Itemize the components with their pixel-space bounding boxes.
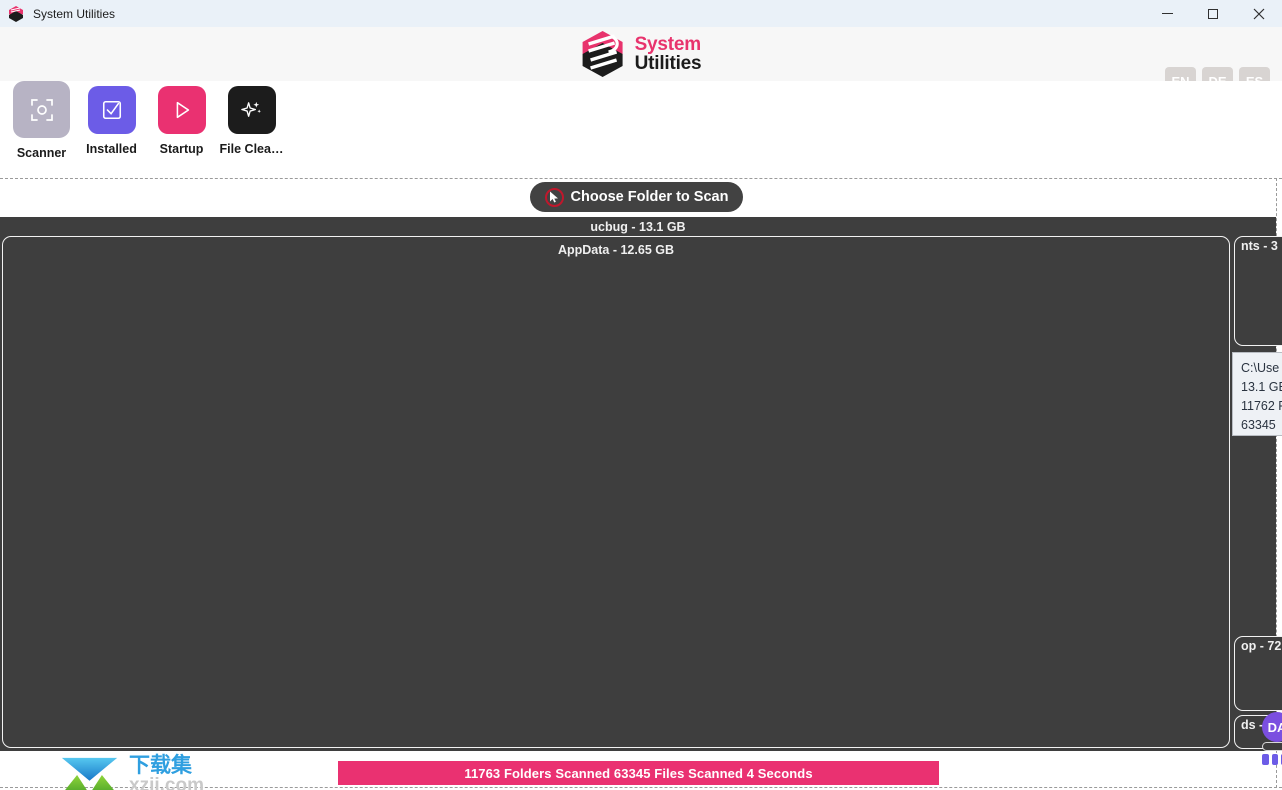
treemap-root-label: ucbug - 13.1 GB xyxy=(590,219,686,234)
scanner-button[interactable] xyxy=(13,81,70,138)
treemap-tooltip: C:\Use 13.1 GB 11762 Fo 63345 xyxy=(1232,352,1282,436)
app-logo-icon xyxy=(7,5,25,23)
brand-logo: System Utilities xyxy=(581,30,702,78)
tooltip-line-size: 13.1 GB xyxy=(1241,380,1282,394)
system-utilities-hex-logo-icon xyxy=(581,30,625,78)
brand-line-1: System xyxy=(634,34,702,55)
treemap-cell-desktop[interactable]: op - 72 xyxy=(1234,636,1282,711)
treemap-cell-label-appdata: AppData - 12.65 GB xyxy=(557,243,674,257)
close-button[interactable] xyxy=(1236,0,1282,27)
toolbar-label-installed: Installed xyxy=(86,142,137,156)
toolbar-item-scanner[interactable]: Scanner xyxy=(13,81,70,160)
brand-line-2: Utilities xyxy=(634,53,702,74)
toolbar-item-file-cleaner[interactable]: File Clea… xyxy=(220,81,283,156)
scan-status-bar: 11763 Folders Scanned 63345 Files Scanne… xyxy=(338,761,939,785)
minimize-icon xyxy=(1161,13,1173,14)
minimize-button[interactable] xyxy=(1144,0,1190,27)
app-header: System Utilities EN DE ES xyxy=(0,27,1282,95)
choose-folder-button[interactable]: Choose Folder to Scan xyxy=(530,182,743,212)
toolbar-label-file-cleaner: File Clea… xyxy=(219,142,284,156)
window-title: System Utilities xyxy=(33,6,116,21)
close-icon xyxy=(1253,8,1265,19)
taskbar-pill-shape xyxy=(1262,742,1282,751)
file-cleaner-button[interactable] xyxy=(227,86,276,134)
tooltip-line-files: 63345 xyxy=(1241,418,1276,432)
watermark-text: 下载集 xzji.com xyxy=(129,754,204,790)
treemap-cell-label-documents: nts - 3 xyxy=(1241,239,1278,253)
app-window: System Utilities System Utilities Scanne… xyxy=(0,0,1282,790)
maximize-button[interactable] xyxy=(1190,0,1236,27)
toolbar-item-startup[interactable]: Startup xyxy=(153,81,210,156)
site-watermark: 下载集 xzji.com xyxy=(58,750,204,790)
choose-folder-label: Choose Folder to Scan xyxy=(570,189,729,205)
installed-button[interactable] xyxy=(87,86,136,134)
indicator-dot xyxy=(1262,754,1269,765)
window-controls xyxy=(1144,0,1282,27)
sparkles-icon xyxy=(241,101,261,117)
brand-text: System Utilities xyxy=(635,35,702,73)
toolbar-item-installed[interactable]: Installed xyxy=(83,81,140,156)
mouse-pointer-icon xyxy=(544,187,564,207)
toolbar-label-scanner: Scanner xyxy=(16,146,67,160)
tooltip-line-path: C:\Use xyxy=(1241,361,1280,375)
maximize-icon xyxy=(1208,8,1218,19)
treemap-root-label-band: ucbug - 13.1 GB xyxy=(0,217,1276,236)
scan-frame-icon xyxy=(30,98,53,121)
checkbox-icon xyxy=(102,100,121,120)
play-icon xyxy=(176,101,189,119)
title-bar: System Utilities xyxy=(0,0,1282,27)
tooltip-line-folders: 11762 Fo xyxy=(1241,399,1282,413)
startup-button[interactable] xyxy=(157,86,206,134)
disk-usage-treemap[interactable]: ucbug - 13.1 GB AppData - 12.65 GB nts -… xyxy=(0,217,1282,790)
indicator-dot xyxy=(1271,754,1279,765)
treemap-cell-label-desktop: op - 72 xyxy=(1241,639,1282,653)
download-arrow-icon xyxy=(61,757,118,790)
watermark-cn: 下载集 xyxy=(129,753,193,777)
treemap-cell-appdata[interactable]: AppData - 12.65 GB xyxy=(2,236,1230,748)
toolbar-label-startup: Startup xyxy=(159,142,204,156)
capture-frame-top-edge xyxy=(0,178,1282,179)
treemap-cell-documents[interactable]: nts - 3 xyxy=(1234,236,1282,346)
main-toolbar: Scanner Installed Startup File Clea… xyxy=(0,81,1282,178)
capture-frame-bottom-edge xyxy=(0,787,1282,788)
taskbar-indicator-dots xyxy=(1262,754,1282,766)
scan-status-text: 11763 Folders Scanned 63345 Files Scanne… xyxy=(464,765,813,781)
